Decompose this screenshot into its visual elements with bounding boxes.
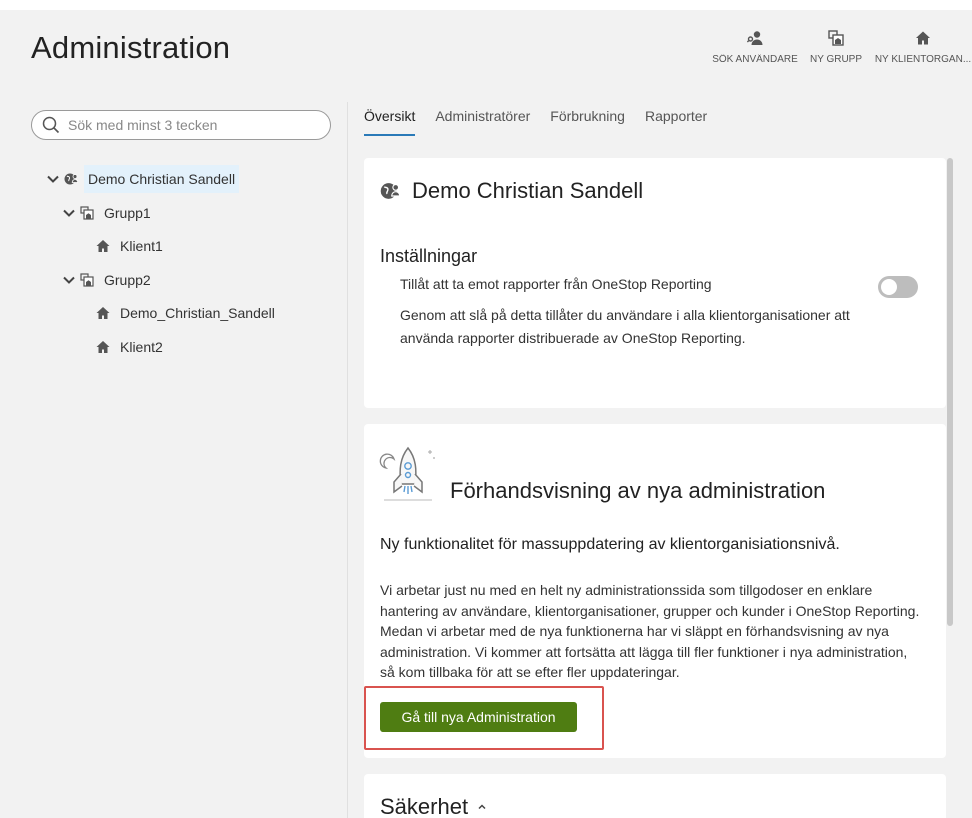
group-add-icon bbox=[828, 30, 844, 46]
search-users-button[interactable]: SÖK ANVÄNDARE bbox=[712, 30, 798, 65]
header-actions: SÖK ANVÄNDARE NY GRUPP NY KLIENTORGAN... bbox=[700, 30, 972, 65]
org-title-text: Demo Christian Sandell bbox=[412, 178, 644, 203]
search-users-label: SÖK ANVÄNDARE bbox=[712, 54, 798, 65]
settings-heading: Inställningar bbox=[380, 246, 478, 266]
home-icon bbox=[96, 341, 110, 353]
org-title: Demo Christian Sandell bbox=[380, 178, 643, 204]
group-icon bbox=[80, 273, 94, 287]
tab-forbrukning[interactable]: Förbrukning bbox=[550, 108, 625, 136]
user-search-icon bbox=[747, 31, 763, 45]
preview-body: Vi arbetar just nu med en helt ny admini… bbox=[380, 582, 920, 680]
chevron-down-icon[interactable] bbox=[62, 273, 76, 287]
search-input[interactable] bbox=[68, 117, 308, 133]
page-title: Administration bbox=[31, 30, 231, 65]
tree-item-label: Klient2 bbox=[120, 339, 163, 355]
panel-divider bbox=[347, 102, 348, 818]
go-to-new-admin-button[interactable]: Gå till nya Administration bbox=[380, 702, 577, 732]
tab-administratorer[interactable]: Administratörer bbox=[435, 108, 530, 136]
new-client-org-label: NY KLIENTORGAN... bbox=[874, 54, 972, 65]
tree-item-label: Grupp1 bbox=[104, 205, 151, 221]
top-bar bbox=[0, 0, 972, 10]
home-icon bbox=[916, 31, 930, 45]
globe-user-icon bbox=[64, 173, 78, 185]
preview-subtitle: Ny funktionalitet för massuppdatering av… bbox=[380, 536, 840, 553]
setting-label: Tillåt att ta emot rapporter från OneSto… bbox=[400, 276, 712, 292]
new-group-label: NY GRUPP bbox=[809, 54, 863, 65]
tree-item-demo-christian-sandell-client[interactable]: Demo_Christian_Sandell bbox=[96, 298, 279, 328]
tree-item-label: Demo Christian Sandell bbox=[84, 165, 240, 193]
chevron-down-icon[interactable] bbox=[46, 172, 60, 186]
tab-bar: Översikt Administratörer Förbrukning Rap… bbox=[364, 108, 727, 136]
chevron-down-icon[interactable] bbox=[62, 206, 76, 220]
tab-rapporter[interactable]: Rapporter bbox=[645, 108, 707, 136]
tree-item-label: Grupp2 bbox=[104, 272, 151, 288]
security-title[interactable]: Säkerhet bbox=[380, 794, 488, 818]
tree-item-label: Klient1 bbox=[120, 238, 163, 254]
new-group-button[interactable]: NY GRUPP bbox=[810, 30, 862, 65]
tree-item-klient2[interactable]: Klient2 bbox=[96, 332, 167, 362]
globe-user-icon bbox=[380, 183, 400, 199]
search-icon bbox=[42, 116, 60, 134]
home-icon bbox=[96, 307, 110, 319]
reports-toggle[interactable] bbox=[878, 276, 918, 298]
scrollbar[interactable] bbox=[947, 158, 953, 626]
preview-card: Förhandsvisning av nya administration Ny… bbox=[364, 424, 946, 758]
toggle-knob bbox=[881, 279, 897, 295]
security-card: Säkerhet bbox=[364, 774, 946, 818]
group-icon bbox=[80, 206, 94, 220]
home-icon bbox=[96, 240, 110, 252]
tree-item-klient1[interactable]: Klient1 bbox=[96, 231, 167, 261]
tree-item-grupp1[interactable]: Grupp1 bbox=[62, 198, 155, 228]
search-box[interactable] bbox=[31, 110, 331, 140]
chevron-up-icon[interactable] bbox=[476, 801, 488, 813]
org-card: Demo Christian Sandell Inställningar Til… bbox=[364, 158, 946, 408]
rocket-icon bbox=[379, 446, 435, 501]
preview-title: Förhandsvisning av nya administration bbox=[450, 478, 826, 503]
tab-oversikt[interactable]: Översikt bbox=[364, 108, 416, 136]
new-client-org-button[interactable]: NY KLIENTORGAN... bbox=[874, 30, 972, 65]
setting-description: Genom att slå på detta tillåter du använ… bbox=[400, 307, 850, 346]
tree-item-label: Demo_Christian_Sandell bbox=[120, 305, 275, 321]
tree-item-demo-christian-sandell[interactable]: Demo Christian Sandell bbox=[46, 164, 240, 194]
security-title-text: Säkerhet bbox=[380, 794, 469, 818]
tree-item-grupp2[interactable]: Grupp2 bbox=[62, 265, 155, 295]
